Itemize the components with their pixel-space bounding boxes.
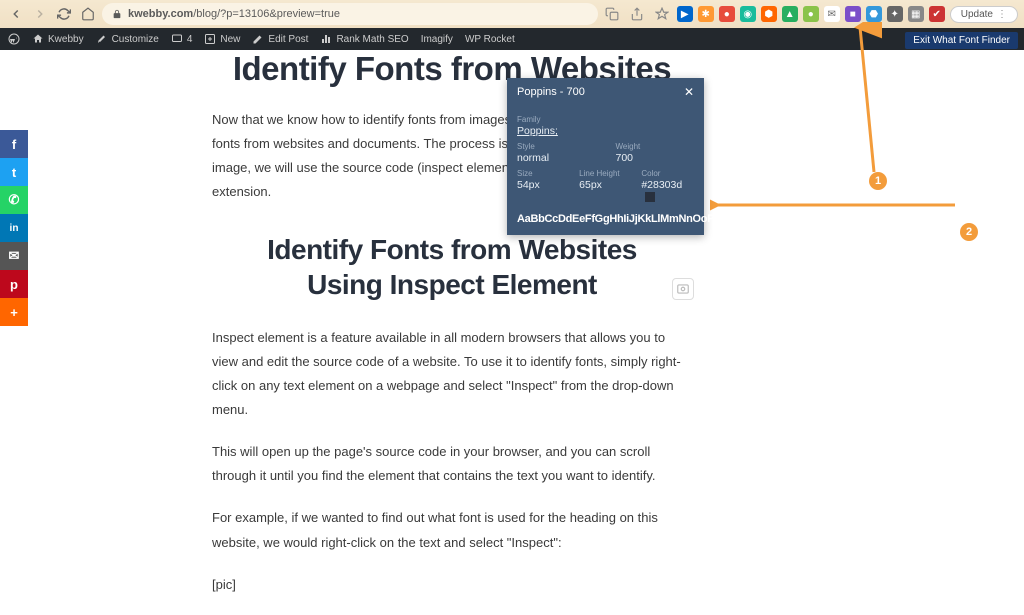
font-popup-title: Poppins - 700: [517, 86, 585, 98]
font-finder-popup: Poppins - 700 ✕ Family Poppins; Style no…: [507, 78, 704, 235]
social-twitter-button[interactable]: t: [0, 158, 28, 186]
annotation-badge-1: 1: [869, 172, 887, 190]
social-facebook-button[interactable]: f: [0, 130, 28, 158]
label-color: Color: [641, 169, 694, 178]
label-lineheight: Line Height: [579, 169, 621, 178]
font-sample-text: AaBbCcDdEeFfGgHhIiJjKkLlMmNnOoP: [517, 213, 694, 225]
social-linkedin-button[interactable]: in: [0, 214, 28, 242]
url-domain: kwebby.com: [128, 8, 193, 20]
wordpress-icon: [8, 33, 20, 45]
label-style: Style: [517, 142, 596, 151]
extension-icon-2[interactable]: ●: [719, 6, 735, 22]
extension-icon-7[interactable]: ✉: [824, 6, 840, 22]
pencil-icon: [252, 33, 264, 45]
label-family: Family: [517, 115, 694, 124]
share-icon[interactable]: [602, 4, 622, 24]
extension-icon-3[interactable]: ◉: [740, 6, 756, 22]
paragraph-inspect-2: This will open up the page's source code…: [212, 440, 692, 488]
heading-inspect-element: Identify Fonts from Websites Using Inspe…: [212, 232, 692, 302]
toolbar-icons-group: ▶ ✱ ● ◉ ⬢ ▲ ● ✉ ■ ⬣ ✦ ▦ ✔ Update ⋮: [602, 4, 1018, 24]
extension-icon-11[interactable]: ▦: [908, 6, 924, 22]
extension-icon-8[interactable]: ■: [845, 6, 861, 22]
home-button[interactable]: [78, 4, 98, 24]
update-button[interactable]: Update ⋮: [950, 6, 1018, 23]
browser-toolbar: kwebby.com/blog/?p=13106&preview=true ▶ ✱…: [0, 0, 1024, 28]
paragraph-inspect-1: Inspect element is a feature available i…: [212, 326, 692, 422]
social-share-sidebar: ft✆in✉p+: [0, 130, 28, 326]
forward-button[interactable]: [30, 4, 50, 24]
wp-logo[interactable]: [8, 33, 20, 45]
back-button[interactable]: [6, 4, 26, 24]
social-email-button[interactable]: ✉: [0, 242, 28, 270]
comment-icon: [171, 33, 183, 45]
annotation-arrow-2: [710, 195, 960, 215]
wp-imagify[interactable]: Imagify: [421, 34, 453, 45]
font-popup-header: Poppins - 700 ✕: [507, 78, 704, 106]
lock-icon: [112, 9, 122, 19]
extension-icon-6[interactable]: ●: [803, 6, 819, 22]
extension-icon-9[interactable]: ⬣: [866, 6, 882, 22]
extension-icon-12[interactable]: ✔: [929, 6, 945, 22]
value-weight: 700: [616, 152, 695, 164]
value-color: #28303d: [641, 179, 694, 203]
value-family: Poppins;: [517, 125, 694, 137]
address-bar[interactable]: kwebby.com/blog/?p=13106&preview=true: [102, 3, 598, 25]
close-icon[interactable]: ✕: [684, 85, 694, 99]
menu-dots-icon: ⋮: [997, 9, 1007, 20]
extension-icon-10[interactable]: ✦: [887, 6, 903, 22]
export-icon[interactable]: [627, 4, 647, 24]
wp-customize[interactable]: Customize: [96, 33, 159, 45]
brush-icon: [96, 33, 108, 45]
annotation-badge-2: 2: [960, 223, 978, 241]
update-label: Update: [961, 9, 993, 20]
screenshot-tool-icon[interactable]: [672, 278, 694, 300]
wp-wprocket[interactable]: WP Rocket: [465, 34, 515, 45]
reload-button[interactable]: [54, 4, 74, 24]
extension-icon-5[interactable]: ▲: [782, 6, 798, 22]
pic-placeholder: [pic]: [212, 573, 692, 597]
social-more-button[interactable]: +: [0, 298, 28, 326]
wp-admin-bar: Kwebby Customize 4 New Edit Post Rank Ma…: [0, 28, 1024, 50]
chart-icon: [320, 33, 332, 45]
social-pinterest-button[interactable]: p: [0, 270, 28, 298]
bookmark-icon[interactable]: [652, 4, 672, 24]
extension-icon-4[interactable]: ⬢: [761, 6, 777, 22]
social-whatsapp-button[interactable]: ✆: [0, 186, 28, 214]
label-weight: Weight: [616, 142, 695, 151]
label-size: Size: [517, 169, 559, 178]
value-lineheight: 65px: [579, 179, 621, 191]
extension-icon-1[interactable]: ✱: [698, 6, 714, 22]
wp-site-name[interactable]: Kwebby: [32, 33, 84, 45]
url-path: /blog/?p=13106&preview=true: [193, 8, 340, 20]
wp-edit-post[interactable]: Edit Post: [252, 33, 308, 45]
value-size: 54px: [517, 179, 559, 191]
wp-new[interactable]: New: [204, 33, 240, 45]
exit-font-finder-button[interactable]: Exit What Font Finder: [905, 32, 1018, 49]
plus-icon: [204, 33, 216, 45]
wp-comments[interactable]: 4: [171, 33, 193, 45]
value-style: normal: [517, 152, 596, 164]
color-swatch: [645, 192, 655, 202]
home-icon: [32, 33, 44, 45]
paragraph-inspect-3: For example, if we wanted to find out wh…: [212, 506, 692, 554]
extension-icon-0[interactable]: ▶: [677, 6, 693, 22]
wp-rankmath[interactable]: Rank Math SEO: [320, 33, 408, 45]
